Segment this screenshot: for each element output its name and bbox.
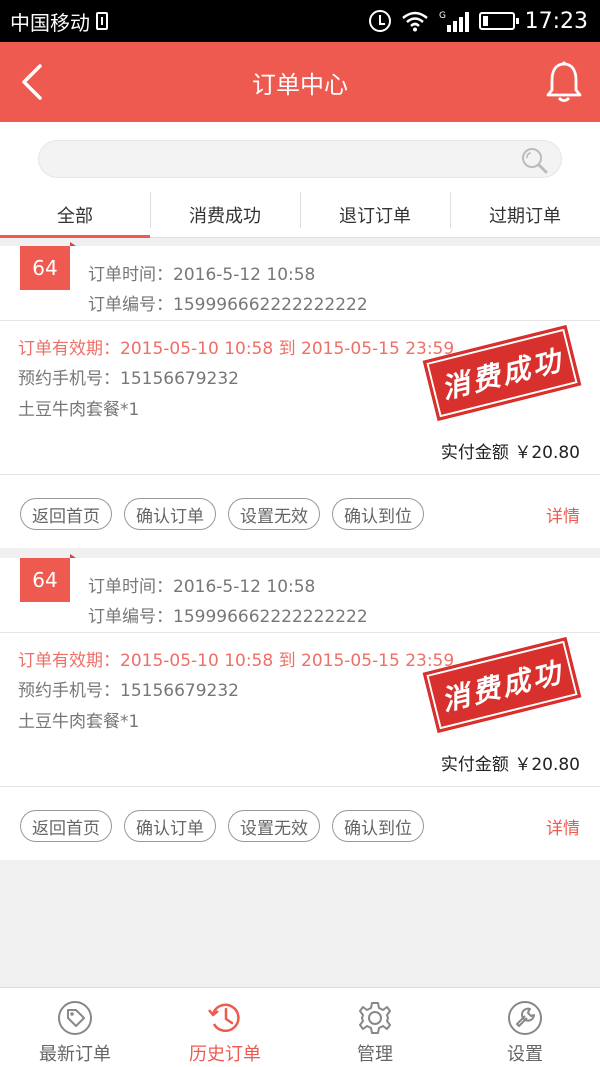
divider — [0, 786, 600, 787]
paid-amount: 实付金额 ￥20.80 — [440, 443, 580, 463]
order-number: 订单编号：159996662222222222 — [88, 295, 368, 315]
set-invalid-button[interactable]: 设置无效 — [228, 810, 320, 842]
divider — [0, 320, 600, 321]
battery-level — [482, 16, 489, 26]
nav-label: 最新订单 — [39, 1044, 111, 1065]
alarm-icon — [368, 10, 391, 32]
cell-signal-icon: G — [439, 9, 469, 33]
tab-consumed[interactable]: 消费成功 — [150, 192, 300, 237]
divider — [0, 632, 600, 633]
paid-amount: 实付金额 ￥20.80 — [440, 755, 580, 775]
order-number: 订单编号：159996662222222222 — [88, 607, 368, 627]
clock: 17:23 — [524, 8, 588, 34]
order-validity: 订单有效期：2015-05-10 10:58 到 2015-05-15 23:5… — [18, 339, 455, 359]
nav-history-orders[interactable]: 历史订单 — [150, 988, 300, 1067]
back-home-button[interactable]: 返回首页 — [20, 810, 112, 842]
nav-latest-orders[interactable]: 最新订单 — [0, 988, 150, 1067]
package-name: 土豆牛肉套餐*1 — [18, 712, 140, 732]
tab-refunded[interactable]: 退订订单 — [300, 192, 450, 237]
nav-label: 历史订单 — [189, 1044, 261, 1065]
wrench-icon — [508, 1001, 542, 1035]
history-icon — [208, 1003, 240, 1033]
reservation-phone: 预约手机号：15156679232 — [18, 681, 239, 701]
package-name: 土豆牛肉套餐*1 — [18, 400, 140, 420]
page-title: 订单中心 — [252, 70, 348, 99]
nav-label: 设置 — [507, 1044, 543, 1065]
confirm-arrival-button[interactable]: 确认到位 — [332, 810, 424, 842]
back-home-button[interactable]: 返回首页 — [20, 498, 112, 530]
confirm-order-button[interactable]: 确认订单 — [124, 810, 216, 842]
nav-settings[interactable]: 设置 — [450, 988, 600, 1067]
search-icon[interactable] — [519, 146, 549, 174]
divider — [0, 474, 600, 475]
order-validity: 订单有效期：2015-05-10 10:58 到 2015-05-15 23:5… — [18, 651, 455, 671]
status-right: G 17:23 — [368, 8, 588, 34]
status-bar: 中国移动 G 17:23 — [0, 0, 600, 42]
network-type-label: G — [439, 11, 446, 21]
tab-all[interactable]: 全部 — [0, 192, 150, 238]
gear-icon — [359, 1002, 391, 1034]
app-header: 订单中心 — [0, 42, 600, 122]
carrier-label: 中国移动 — [10, 10, 90, 35]
search-area — [0, 122, 600, 192]
detail-link[interactable]: 详情 — [546, 502, 580, 527]
sim-card-icon — [96, 12, 108, 30]
confirm-arrival-button[interactable]: 确认到位 — [332, 498, 424, 530]
bell-icon[interactable] — [544, 60, 584, 104]
order-badge: 64 — [20, 554, 76, 602]
tab-expired[interactable]: 过期订单 — [450, 192, 600, 237]
reservation-phone: 预约手机号：15156679232 — [18, 369, 239, 389]
nav-label: 管理 — [357, 1044, 393, 1065]
order-badge: 64 — [20, 242, 76, 290]
nav-manage[interactable]: 管理 — [300, 988, 450, 1067]
order-time: 订单时间：2016-5-12 10:58 — [88, 577, 316, 597]
wifi-icon — [401, 10, 429, 32]
order-actions: 返回首页 确认订单 设置无效 确认到位 — [20, 498, 424, 530]
battery-icon — [478, 12, 519, 30]
detail-link[interactable]: 详情 — [546, 814, 580, 839]
filter-tabs: 全部 消费成功 退订订单 过期订单 — [0, 192, 600, 238]
back-button[interactable] — [14, 62, 50, 102]
tag-icon — [58, 1001, 92, 1035]
order-card: 64 订单时间：2016-5-12 10:58 订单编号：15999666222… — [0, 242, 600, 548]
status-left: 中国移动 — [10, 7, 108, 36]
confirm-order-button[interactable]: 确认订单 — [124, 498, 216, 530]
search-box — [38, 140, 562, 178]
order-actions: 返回首页 确认订单 设置无效 确认到位 — [20, 810, 424, 842]
order-card: 64 订单时间：2016-5-12 10:58 订单编号：15999666222… — [0, 554, 600, 860]
set-invalid-button[interactable]: 设置无效 — [228, 498, 320, 530]
order-time: 订单时间：2016-5-12 10:58 — [88, 265, 316, 285]
search-input[interactable] — [39, 141, 561, 177]
bottom-nav: 最新订单 历史订单 管理 设置 — [0, 987, 600, 1067]
